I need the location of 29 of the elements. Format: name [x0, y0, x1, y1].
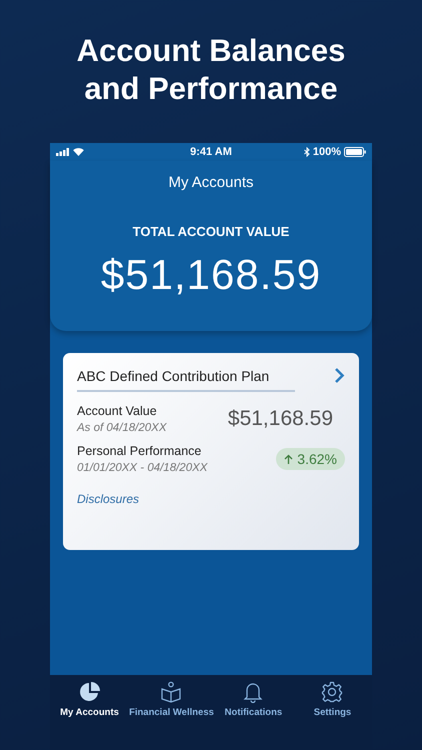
tab[interactable]: Notifications — [214, 681, 293, 750]
disclosures-link[interactable]: Disclosures — [77, 492, 140, 506]
headline: and Performance — [84, 70, 338, 108]
total-label: TOTAL ACCOUNT VALUE — [132, 224, 290, 239]
performance-label: Personal Performance — [77, 444, 202, 458]
headline: Account Balances — [76, 32, 346, 70]
tab[interactable]: My Accounts — [50, 681, 130, 750]
bluetooth-icon — [304, 147, 310, 157]
book-reader-icon — [160, 681, 182, 703]
performance-badge: 3.62% — [276, 448, 345, 470]
value-label: Account Value — [77, 404, 158, 418]
screen-title: My Accounts — [168, 174, 254, 191]
signal-icon — [56, 148, 70, 156]
total-value: $51,168.59 — [100, 251, 322, 299]
plan-name[interactable]: ABC Defined Contribution Plan — [77, 368, 270, 384]
value-date: As of 04/18/20XX — [77, 422, 167, 434]
bell-icon — [242, 681, 264, 703]
wifi-icon — [73, 148, 84, 156]
battery-icon — [344, 147, 366, 157]
performance-range: 01/01/20XX - 04/18/20XX — [77, 462, 208, 474]
account-card[interactable]: ABC Defined Contribution Plan Account Value As of 04/18/20XX $51,168.59 Personal Performance 01/01/20XX - 04/18/20XX 3.62% Disclosures — [63, 353, 359, 550]
battery-percent: 100% — [312, 146, 341, 158]
settings-icon — [321, 681, 344, 703]
account-value: $51,168.59 — [228, 407, 333, 431]
chevron-icon[interactable] — [334, 367, 345, 384]
pie-chart-icon — [78, 681, 101, 703]
tab[interactable]: Settings — [292, 681, 372, 750]
tab[interactable]: Financial Wellness — [129, 681, 214, 750]
status-time: 9:41 AM — [190, 146, 232, 158]
